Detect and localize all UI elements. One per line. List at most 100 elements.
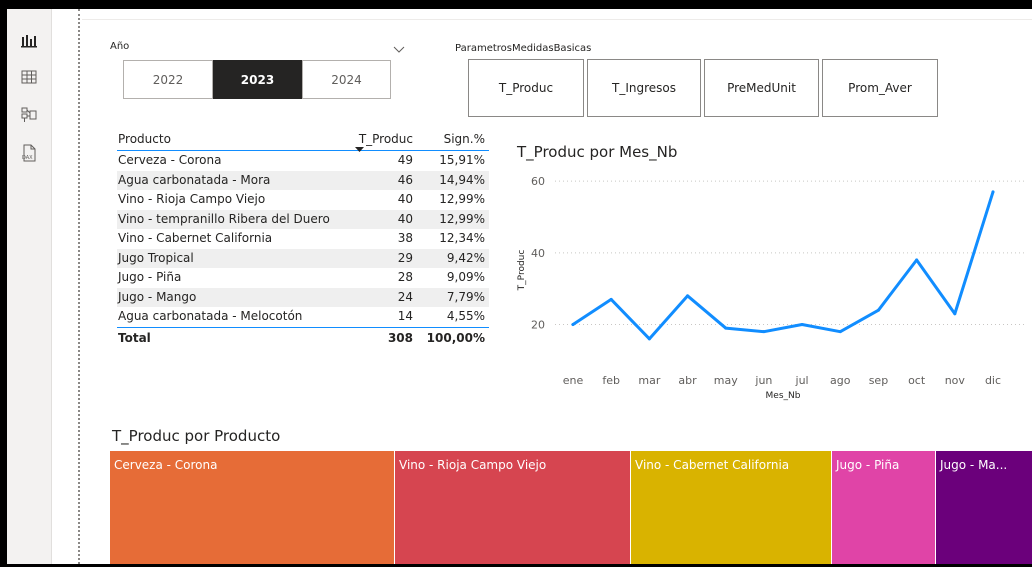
treemap-tile-label: Cerveza - Corona xyxy=(114,458,218,472)
cell-t-produc: 49 xyxy=(397,153,413,167)
model-view-icon[interactable] xyxy=(19,105,39,125)
chevron-down-icon[interactable] xyxy=(393,39,405,58)
cell-producto: Agua carbonatada - Melocotón xyxy=(118,309,303,323)
column-header-sign[interactable]: Sign.% xyxy=(444,132,485,146)
cell-t-produc: 24 xyxy=(397,289,413,304)
treemap-tile-label: Vino - Rioja Campo Viejo xyxy=(399,458,547,472)
line-chart-title: T_Produc por Mes_Nb xyxy=(517,143,678,161)
x-tick-label: oct xyxy=(908,374,926,387)
x-axis-label: Mes_Nb xyxy=(766,391,801,401)
year-slicer-label: Año xyxy=(110,41,130,52)
total-t-produc: 308 xyxy=(387,330,413,345)
data-point[interactable] xyxy=(647,337,651,341)
column-header-producto[interactable]: Producto xyxy=(118,132,171,146)
cell-t-produc: 40 xyxy=(397,192,413,206)
cell-producto: Jugo - Mango xyxy=(118,289,197,304)
cell-sign: 9,42% xyxy=(446,250,485,265)
year-option-2023[interactable]: 2023 xyxy=(213,60,302,99)
cell-t-produc: 46 xyxy=(397,172,413,187)
data-point[interactable] xyxy=(838,330,842,334)
data-point[interactable] xyxy=(609,297,613,301)
table-row[interactable]: Vino - tempranillo Ribera del Duero 40 12,… xyxy=(117,209,489,229)
cell-sign: 15,91% xyxy=(439,153,485,167)
cell-sign: 9,09% xyxy=(446,270,485,284)
x-tick-label: jun xyxy=(754,374,772,387)
cell-producto: Jugo - Piña xyxy=(118,270,182,284)
cell-sign: 12,99% xyxy=(439,192,485,206)
year-option-2022[interactable]: 2022 xyxy=(123,60,213,99)
product-table: Producto T_Produc Sign.% Cerveza - Coron… xyxy=(117,128,489,348)
dax-query-view-icon[interactable]: DAX xyxy=(19,143,39,163)
treemap-tile-vino-rioja[interactable]: Vino - Rioja Campo Viejo xyxy=(394,451,630,564)
treemap-tile-label: Vino - Cabernet California xyxy=(635,458,790,472)
report-view-icon[interactable] xyxy=(19,31,39,51)
table-total-row: Total 308 100,00% xyxy=(117,326,489,348)
x-tick-label: ene xyxy=(563,374,584,387)
treemap-tile-label: Jugo - Piña xyxy=(836,458,900,472)
cell-sign: 7,79% xyxy=(446,289,485,304)
cell-t-produc: 40 xyxy=(397,211,413,226)
data-point[interactable] xyxy=(876,308,880,312)
y-tick-label: 60 xyxy=(531,175,545,188)
table-row[interactable]: Agua carbonatada - Melocotón 14 4,55% xyxy=(117,307,489,327)
treemap-tile-vino-cabernet[interactable]: Vino - Cabernet California xyxy=(630,451,831,564)
cell-producto: Cerveza - Corona xyxy=(118,153,222,167)
y-axis-label: T_Produc xyxy=(517,250,527,292)
table-row[interactable]: Vino - Cabernet California 38 12,34% xyxy=(117,229,489,249)
line-chart[interactable]: 20 40 60 ene feb mar abr may jun jul ago sep oct nov d… xyxy=(505,160,1032,430)
cell-sign: 4,55% xyxy=(446,309,485,323)
treemap-title: T_Produc por Producto xyxy=(112,427,281,445)
total-sign: 100,00% xyxy=(426,330,485,345)
cell-t-produc: 29 xyxy=(397,250,413,265)
table-view-icon[interactable] xyxy=(19,67,39,87)
treemap-tile-label: Jugo - Ma... xyxy=(940,458,1008,472)
x-tick-label: feb xyxy=(602,374,620,387)
table-row[interactable]: Jugo - Mango 24 7,79% xyxy=(117,287,489,307)
data-point[interactable] xyxy=(724,326,728,330)
table-header: Producto T_Produc Sign.% xyxy=(117,128,489,152)
treemap-tile-jugo-mango[interactable]: Jugo - Ma... xyxy=(935,451,1032,564)
cell-producto: Jugo Tropical xyxy=(118,250,194,265)
series-line[interactable] xyxy=(571,190,995,341)
cell-sign: 12,34% xyxy=(439,231,485,245)
data-point[interactable] xyxy=(571,323,575,326)
cell-sign: 12,99% xyxy=(439,211,485,226)
column-header-t-produc[interactable]: T_Produc xyxy=(359,132,413,146)
table-row[interactable]: Jugo - Piña 28 9,09% xyxy=(117,268,489,288)
cell-producto: Vino - tempranillo Ribera del Duero xyxy=(118,211,330,226)
y-tick-label: 40 xyxy=(531,247,545,260)
x-tick-label: nov xyxy=(945,374,966,387)
cell-t-produc: 14 xyxy=(397,309,413,323)
table-row[interactable]: Vino - Rioja Campo Viejo 40 12,99% xyxy=(117,190,489,210)
treemap-tile-jugo-pina[interactable]: Jugo - Piña xyxy=(831,451,935,564)
param-slicer-label: ParametrosMedidasBasicas xyxy=(455,43,592,54)
window-left-border xyxy=(0,0,7,567)
cell-sign: 14,94% xyxy=(439,172,485,187)
data-point[interactable] xyxy=(686,294,690,298)
data-point[interactable] xyxy=(991,190,995,194)
cell-t-produc: 38 xyxy=(397,231,413,245)
param-option-t-produc[interactable]: T_Produc xyxy=(468,59,584,117)
param-option-premedunit[interactable]: PreMedUnit xyxy=(704,59,819,117)
x-tick-label: ago xyxy=(830,374,851,387)
data-point[interactable] xyxy=(762,330,766,334)
cell-t-produc: 28 xyxy=(397,270,413,284)
data-point[interactable] xyxy=(915,258,919,262)
table-row[interactable]: Jugo Tropical 29 9,42% xyxy=(117,248,489,268)
year-option-2024[interactable]: 2024 xyxy=(302,60,391,99)
canvas-boundary xyxy=(78,9,80,564)
cell-producto: Agua carbonatada - Mora xyxy=(118,172,271,187)
param-option-prom-aver[interactable]: Prom_Aver xyxy=(822,59,938,117)
data-point[interactable] xyxy=(953,312,957,316)
y-tick-label: 20 xyxy=(531,319,545,332)
x-tick-label: mar xyxy=(638,374,660,387)
treemap-tile-cerveza-corona[interactable]: Cerveza - Corona xyxy=(110,451,394,564)
canvas-top-strip xyxy=(82,9,1032,20)
svg-text:DAX: DAX xyxy=(22,155,33,161)
cell-producto: Vino - Rioja Campo Viejo xyxy=(118,192,266,206)
data-point[interactable] xyxy=(800,323,804,326)
x-tick-label: dic xyxy=(985,374,1001,387)
table-row[interactable]: Agua carbonatada - Mora 46 14,94% xyxy=(117,170,489,190)
param-option-t-ingresos[interactable]: T_Ingresos xyxy=(587,59,701,117)
table-row[interactable]: Cerveza - Corona 49 15,91% xyxy=(117,151,489,171)
